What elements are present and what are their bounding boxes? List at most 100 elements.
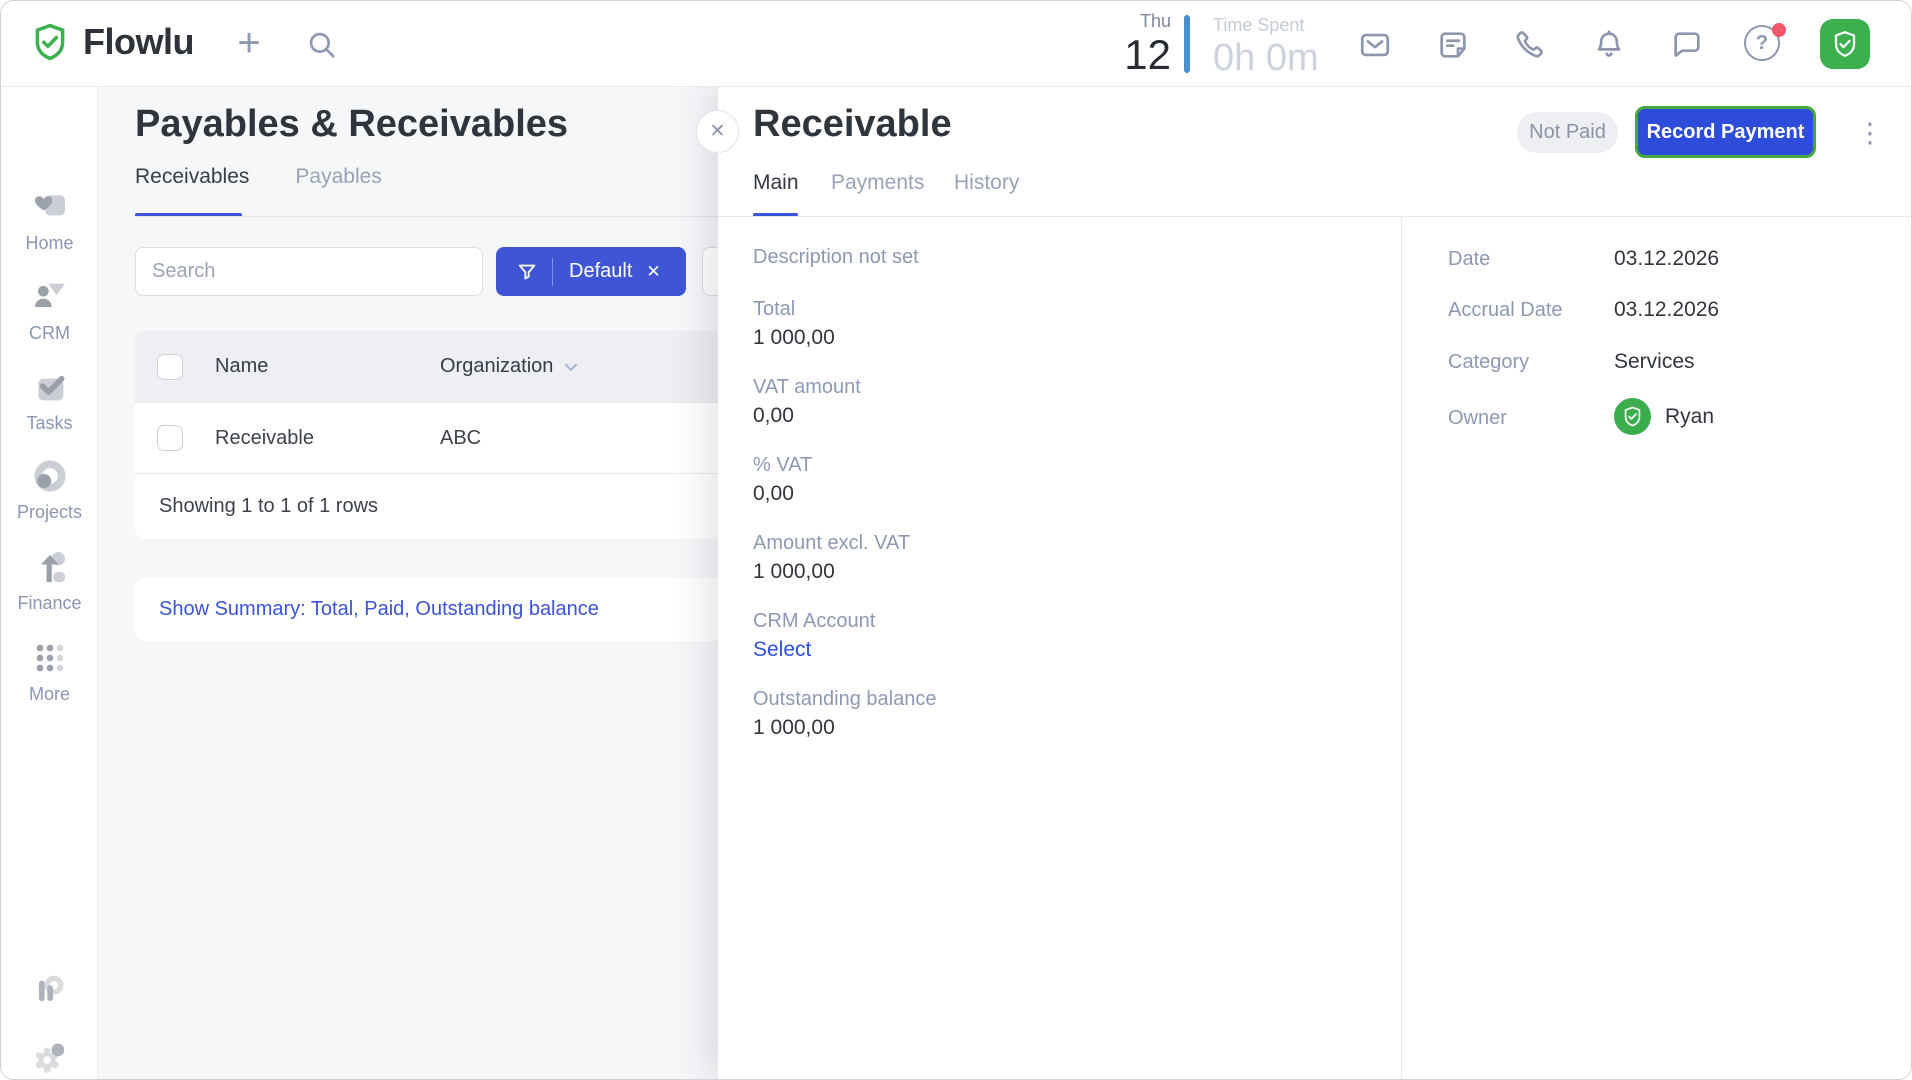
day-of-week: Thu <box>1099 11 1171 32</box>
field-label: Total <box>753 297 835 321</box>
close-panel-button[interactable]: ✕ <box>696 110 739 153</box>
create-plus-icon[interactable]: + <box>227 17 271 69</box>
avatar-shield-icon <box>1830 29 1860 59</box>
sidebar-settings-icon[interactable] <box>1 1038 98 1080</box>
field-value: 0,00 <box>753 481 812 507</box>
sidebar-item-tasks[interactable]: Tasks <box>1 367 98 434</box>
sidebar-item-home[interactable]: Home <box>1 187 98 254</box>
tabs-divider <box>718 216 1911 217</box>
status-badge: Not Paid <box>1517 112 1618 153</box>
tab-history[interactable]: History <box>954 171 1019 195</box>
sidebar-item-projects[interactable]: Projects <box>1 456 98 523</box>
meta-value-accrual-date[interactable]: 03.12.2026 <box>1614 297 1719 323</box>
detail-title: Receivable <box>753 103 952 146</box>
show-summary-link[interactable]: Show Summary: Total, Paid, Outstanding b… <box>159 598 599 621</box>
home-icon <box>30 187 70 227</box>
column-header-organization[interactable]: Organization <box>440 355 581 378</box>
top-bar: Flowlu + Thu 12 Time Spent 0h 0m <box>1 1 1911 87</box>
field-value: 0,00 <box>753 403 861 429</box>
tab-receivables[interactable]: Receivables <box>135 165 249 189</box>
day-number: 12 <box>1099 34 1171 76</box>
sidebar-label: Tasks <box>1 413 98 434</box>
cell-name[interactable]: Receivable <box>215 427 314 450</box>
detail-vertical-divider <box>1401 217 1402 1079</box>
product-icon <box>31 971 69 1009</box>
filter-name: Default <box>569 260 632 283</box>
profile-avatar[interactable] <box>1820 19 1870 69</box>
row-checkbox[interactable] <box>157 425 183 451</box>
tab-payments[interactable]: Payments <box>831 171 924 195</box>
receivable-detail-panel: ✕ Receivable Not Paid Record Payment ⋮ M… <box>718 87 1911 1079</box>
search-icon[interactable] <box>305 28 339 62</box>
meta-value-category[interactable]: Services <box>1614 349 1695 375</box>
list-tabs: Receivables Payables <box>135 165 382 189</box>
sidebar-label: Projects <box>1 502 98 523</box>
sidebar-item-finance[interactable]: Finance <box>1 547 98 614</box>
sidebar-label: CRM <box>1 323 98 344</box>
field-value: 1 000,00 <box>753 559 910 585</box>
funnel-icon <box>516 261 538 283</box>
calendar-day-widget[interactable]: Thu 12 <box>1099 1 1171 87</box>
sidebar-label: Finance <box>1 593 98 614</box>
more-grid-icon <box>30 638 70 678</box>
owner-avatar <box>1614 398 1651 435</box>
select-all-checkbox[interactable] <box>157 354 183 380</box>
sort-chevron-down-icon[interactable] <box>561 357 581 377</box>
meta-label-date: Date <box>1448 246 1490 272</box>
time-spent-widget[interactable]: Time Spent 0h 0m <box>1213 1 1319 78</box>
filter-default-button[interactable]: Default ✕ <box>496 247 686 296</box>
field-amount-excl-vat: Amount excl. VAT 1 000,00 <box>753 531 910 585</box>
table-header-row: Name Organization <box>135 331 795 402</box>
chat-icon[interactable] <box>1670 28 1704 62</box>
field-vat-percent: % VAT 0,00 <box>753 453 812 507</box>
meta-label-accrual-date: Accrual Date <box>1448 297 1563 323</box>
flowlu-shield-icon <box>29 19 71 65</box>
record-payment-button[interactable]: Record Payment <box>1635 106 1816 158</box>
search-input[interactable] <box>135 247 483 296</box>
brand-name: Flowlu <box>83 21 194 63</box>
field-label: CRM Account <box>753 609 875 633</box>
help-icon[interactable]: ? <box>1744 25 1784 65</box>
meta-value-date[interactable]: 03.12.2026 <box>1614 246 1719 272</box>
description-placeholder[interactable]: Description not set <box>753 246 919 269</box>
crm-icon <box>30 277 70 317</box>
field-vat-amount: VAT amount 0,00 <box>753 375 861 429</box>
topbar-divider-bar <box>1184 15 1190 73</box>
sidebar-product-icon[interactable] <box>1 971 98 1014</box>
tab-main[interactable]: Main <box>753 171 799 195</box>
brand-logo[interactable]: Flowlu <box>29 19 194 65</box>
kebab-menu-icon[interactable]: ⋮ <box>1852 115 1888 151</box>
field-value: 1 000,00 <box>753 325 835 351</box>
close-icon: ✕ <box>710 120 726 143</box>
filter-button-divider <box>552 258 553 286</box>
phone-icon[interactable] <box>1514 28 1548 62</box>
owner-value[interactable]: Ryan <box>1614 398 1714 435</box>
tab-payables[interactable]: Payables <box>295 165 381 189</box>
finance-icon <box>30 547 70 587</box>
settings-gear-icon <box>31 1038 69 1076</box>
meta-label-owner: Owner <box>1448 405 1507 431</box>
filter-clear-icon[interactable]: ✕ <box>646 263 660 280</box>
sidebar-label: Home <box>1 233 98 254</box>
app-window: Flowlu + Thu 12 Time Spent 0h 0m <box>0 0 1912 1080</box>
tasks-icon <box>30 367 70 407</box>
cell-organization[interactable]: ABC <box>440 427 481 450</box>
notes-icon[interactable] <box>1436 28 1470 62</box>
bell-icon[interactable] <box>1592 28 1626 62</box>
field-value: 1 000,00 <box>753 715 936 741</box>
time-spent-value: 0h 0m <box>1213 38 1319 78</box>
mail-icon[interactable] <box>1358 28 1392 62</box>
time-spent-label: Time Spent <box>1213 15 1319 36</box>
help-notification-dot <box>1772 23 1786 37</box>
table-row[interactable]: Receivable ABC <box>135 402 795 473</box>
sidebar-item-crm[interactable]: CRM <box>1 277 98 344</box>
column-header-name[interactable]: Name <box>215 355 268 378</box>
field-label: % VAT <box>753 453 812 477</box>
field-label: Outstanding balance <box>753 687 936 711</box>
field-outstanding-balance: Outstanding balance 1 000,00 <box>753 687 936 741</box>
column-header-organization-label: Organization <box>440 355 553 378</box>
field-crm-account: CRM Account Select <box>753 609 875 663</box>
sidebar-item-more[interactable]: More <box>1 638 98 705</box>
crm-account-select-link[interactable]: Select <box>753 637 875 663</box>
page-title: Payables & Receivables <box>135 103 568 146</box>
